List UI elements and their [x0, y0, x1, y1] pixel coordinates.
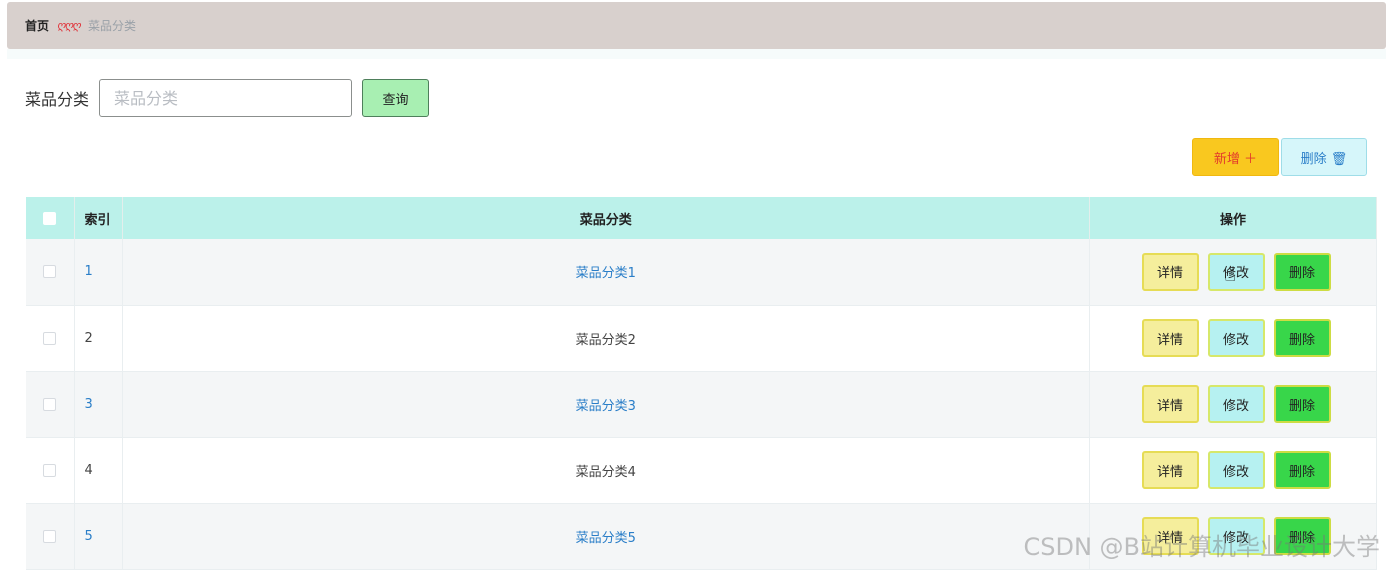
column-header-index: 索引 — [74, 197, 122, 239]
search-label: 菜品分类 — [25, 86, 89, 110]
table-row: 3 菜品分类3 详情修改删除 — [26, 371, 1377, 437]
row-index-cell: 2 — [74, 305, 122, 371]
row-name-cell: 菜品分类1 — [122, 239, 1090, 305]
table-row: 2 菜品分类2 详情修改删除 — [26, 305, 1377, 371]
detail-button[interactable]: 详情 — [1142, 319, 1199, 357]
detail-button[interactable]: 详情 — [1142, 385, 1199, 423]
row-checkbox[interactable] — [43, 398, 56, 411]
row-name-cell: 菜品分类2 — [122, 305, 1090, 371]
breadcrumb-home[interactable]: 首页 — [25, 17, 49, 34]
row-check-cell — [26, 239, 74, 305]
search-input[interactable] — [99, 79, 352, 117]
row-checkbox[interactable] — [43, 332, 56, 345]
header-divider — [7, 49, 1386, 59]
batch-delete-button[interactable]: 删除 🗑 — [1281, 138, 1367, 176]
row-ops-cell: 详情修改删除 — [1090, 503, 1377, 569]
row-index: 4 — [85, 463, 93, 478]
select-all-checkbox[interactable] — [43, 212, 56, 225]
add-button[interactable]: 新增 ＋ — [1192, 138, 1279, 176]
breadcrumb-separator: ღღღ — [57, 19, 80, 32]
edit-button[interactable]: 修改 — [1208, 517, 1265, 555]
column-header-name: 菜品分类 — [122, 197, 1090, 239]
row-category-name[interactable]: 菜品分类1 — [576, 266, 636, 281]
delete-button[interactable]: 删除 — [1274, 517, 1331, 555]
row-category-name: 菜品分类2 — [576, 333, 636, 348]
row-check-cell — [26, 437, 74, 503]
delete-button[interactable]: 删除 — [1274, 385, 1331, 423]
row-index: 1 — [85, 264, 93, 279]
row-ops-cell: 详情修改删除 — [1090, 371, 1377, 437]
row-name-cell: 菜品分类5 — [122, 503, 1090, 569]
delete-button[interactable]: 删除 — [1274, 319, 1331, 357]
column-header-ops: 操作 — [1090, 197, 1377, 239]
table-header-row: 索引 菜品分类 操作 — [26, 197, 1377, 239]
row-index-cell: 1 — [74, 239, 122, 305]
edit-button[interactable]: 修改 — [1208, 253, 1265, 291]
row-category-name: 菜品分类4 — [576, 465, 636, 480]
breadcrumb: 首页 ღღღ 菜品分类 — [7, 2, 1386, 49]
row-checkbox[interactable] — [43, 464, 56, 477]
row-check-cell — [26, 371, 74, 437]
query-button[interactable]: 查询 — [362, 79, 429, 117]
table-row: 1 菜品分类1 详情修改删除 — [26, 239, 1377, 305]
row-category-name[interactable]: 菜品分类5 — [576, 531, 636, 546]
row-check-cell — [26, 503, 74, 569]
edit-button[interactable]: 修改 — [1208, 319, 1265, 357]
row-index-cell: 4 — [74, 437, 122, 503]
detail-button[interactable]: 详情 — [1142, 451, 1199, 489]
table-row: 4 菜品分类4 详情修改删除 — [26, 437, 1377, 503]
detail-button[interactable]: 详情 — [1142, 517, 1199, 555]
row-ops-cell: 详情修改删除 — [1090, 305, 1377, 371]
delete-button[interactable]: 删除 — [1274, 253, 1331, 291]
edit-button[interactable]: 修改 — [1208, 451, 1265, 489]
row-checkbox[interactable] — [43, 530, 56, 543]
table-row: 5 菜品分类5 详情修改删除 — [26, 503, 1377, 569]
category-table: 索引 菜品分类 操作 1菜品分类1详情修改删除2菜品分类2详情修改删除3菜品分类… — [26, 197, 1377, 570]
table-body: 1菜品分类1详情修改删除2菜品分类2详情修改删除3菜品分类3详情修改删除4菜品分… — [26, 239, 1377, 569]
row-index: 3 — [85, 397, 93, 412]
row-checkbox[interactable] — [43, 265, 56, 278]
row-ops-cell: 详情修改删除 — [1090, 239, 1377, 305]
detail-button[interactable]: 详情 — [1142, 253, 1199, 291]
row-index: 2 — [85, 331, 93, 346]
select-all-cell — [26, 197, 74, 239]
row-category-name[interactable]: 菜品分类3 — [576, 399, 636, 414]
breadcrumb-current: 菜品分类 — [88, 17, 136, 34]
edit-button[interactable]: 修改 — [1208, 385, 1265, 423]
row-index-cell: 5 — [74, 503, 122, 569]
delete-button[interactable]: 删除 — [1274, 451, 1331, 489]
toolbar: 新增 ＋ 删除 🗑 — [1192, 138, 1367, 176]
row-check-cell — [26, 305, 74, 371]
row-ops-cell: 详情修改删除 — [1090, 437, 1377, 503]
row-index: 5 — [85, 529, 93, 544]
row-name-cell: 菜品分类3 — [122, 371, 1090, 437]
search-bar: 菜品分类 查询 — [25, 78, 429, 118]
row-index-cell: 3 — [74, 371, 122, 437]
row-name-cell: 菜品分类4 — [122, 437, 1090, 503]
